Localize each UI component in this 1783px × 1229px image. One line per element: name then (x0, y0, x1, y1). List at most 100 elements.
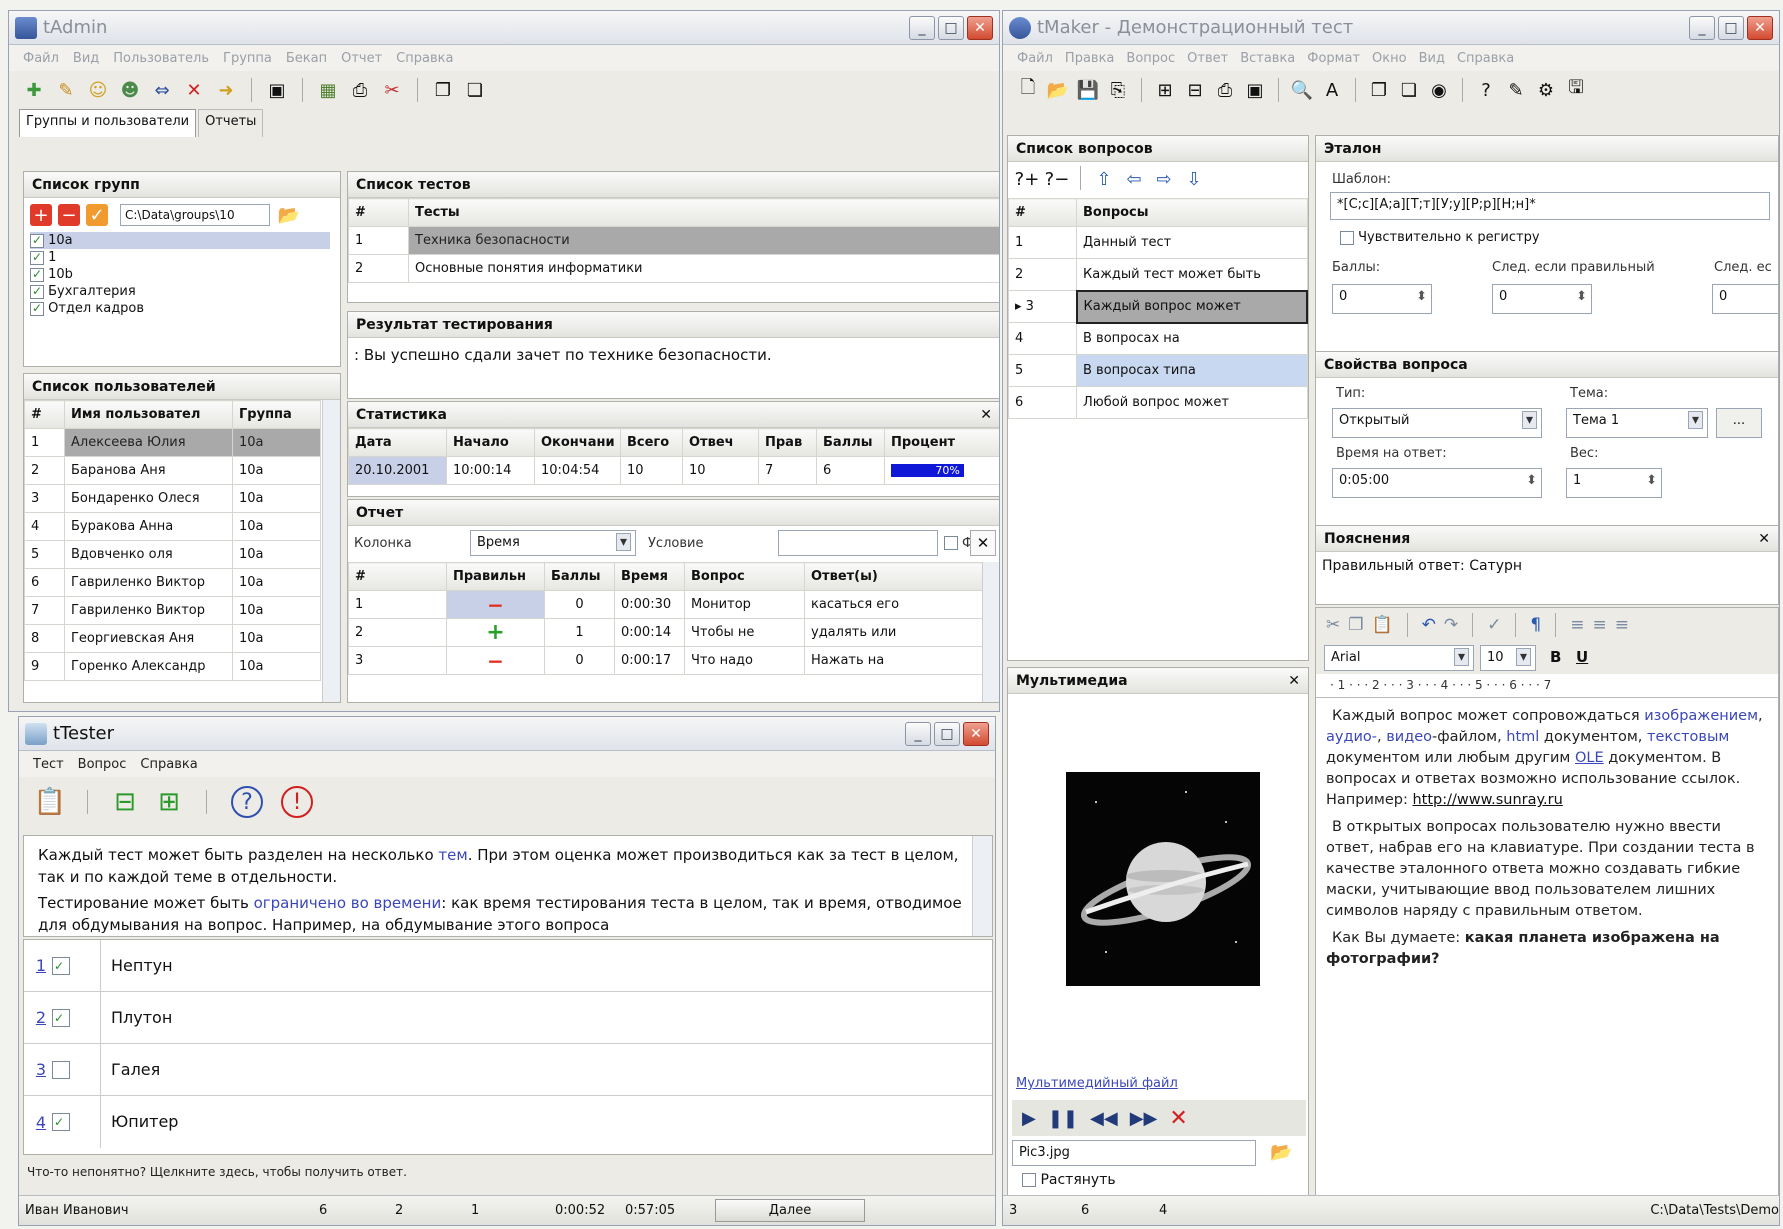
disk-icon[interactable]: 🖫 (1563, 77, 1589, 103)
font-name-select[interactable]: Arial (1324, 645, 1474, 671)
menu-report[interactable]: Отчет (341, 51, 382, 66)
hint-link[interactable]: Что-то непонятно? Щелкните здесь, чтобы … (27, 1165, 407, 1179)
table-row[interactable]: 3 − 0 0:00:17 Что надо Нажать на (348, 646, 984, 675)
table-row[interactable]: 6 Любой вопрос может (1008, 386, 1308, 419)
table-row[interactable]: 8 Георгиевская Аня 10а (24, 624, 321, 653)
maximize-button[interactable]: □ (938, 15, 964, 40)
report-scrollbar[interactable] (982, 562, 999, 702)
stats-col[interactable]: Отвеч (682, 428, 759, 457)
answer-checkbox[interactable] (52, 1113, 70, 1131)
close-icon[interactable]: ✕ (970, 530, 996, 556)
underline-button[interactable]: U (1576, 648, 1588, 666)
finish-icon[interactable]: ! (281, 786, 313, 818)
remove-group-icon[interactable]: − (58, 204, 80, 226)
import-icon[interactable]: ➜ (213, 77, 239, 103)
table-row[interactable]: 2 Каждый тест может быть (1008, 258, 1308, 291)
menu-help[interactable]: Справка (396, 51, 453, 66)
stats-col[interactable]: Всего (620, 428, 683, 457)
stats-col[interactable]: Дата (348, 428, 447, 457)
folder-open-icon[interactable]: 📂 (276, 202, 302, 228)
group-checkbox[interactable] (30, 233, 44, 248)
align-left-icon[interactable]: ≡ (1570, 615, 1584, 635)
users-scrollbar[interactable] (322, 400, 340, 702)
theme-select[interactable]: Тема 1 (1566, 408, 1708, 438)
time-limit-link[interactable]: ограничено во времени (254, 894, 442, 912)
menu-file[interactable]: Файл (1017, 51, 1053, 66)
paste-icon[interactable]: ❏ (462, 77, 488, 103)
cut-icon[interactable]: ✂ (1326, 615, 1340, 635)
group-item[interactable]: Бухгалтерия (30, 283, 340, 300)
window-icon[interactable]: ▣ (1242, 77, 1268, 103)
tmaker-titlebar[interactable]: tMaker - Демонстрационный тест _ □ ✕ (1003, 11, 1779, 45)
doc-link-video[interactable]: видео (1386, 729, 1432, 745)
tools-icon[interactable]: ✎ (1503, 77, 1529, 103)
font-icon[interactable]: A (1319, 77, 1345, 103)
users-col-name[interactable]: Имя пользовател (64, 400, 233, 429)
tests-col-num[interactable]: # (348, 198, 409, 227)
user-props-icon[interactable]: ☻ (117, 77, 143, 103)
tadmin-titlebar[interactable]: tAdmin _ □ ✕ (9, 11, 999, 45)
next-if-wrong-input[interactable]: 0 (1712, 284, 1778, 314)
theme-more-button[interactable]: ... (1716, 408, 1762, 438)
tools-icon[interactable]: ✂ (379, 77, 405, 103)
template-input[interactable]: *[С;с][А;а][Т;т][У;у][Р;р][Н;н]* (1330, 192, 1770, 220)
report-col[interactable]: Ответ(ы) (804, 562, 984, 591)
questions-col-text[interactable]: Вопросы (1076, 198, 1308, 227)
table-row[interactable]: 6 Гавриленко Виктор 10а (24, 568, 321, 597)
forward-icon[interactable]: ▶▶ (1130, 1108, 1158, 1129)
group-item[interactable]: 10b (30, 266, 340, 283)
minimize-button[interactable]: _ (909, 15, 935, 40)
score-input[interactable]: 0 (1332, 284, 1432, 314)
questions-col-num[interactable]: # (1008, 198, 1077, 227)
copy-icon[interactable]: ❐ (430, 77, 456, 103)
menu-user[interactable]: Пользователь (113, 51, 209, 66)
report-filter-checkbox[interactable] (944, 536, 958, 550)
answer-time-input[interactable]: 0:05:00 (1332, 468, 1542, 498)
media-file-input[interactable]: Pic3.jpg (1012, 1140, 1256, 1166)
group-item[interactable]: 10a (30, 232, 330, 249)
stats-col[interactable]: Баллы (816, 428, 885, 457)
close-button[interactable]: ✕ (1747, 15, 1773, 40)
table-row[interactable]: 20.10.2001 10:00:14 10:04:54 10 10 7 6 7… (348, 456, 999, 485)
maximize-button[interactable]: □ (934, 721, 960, 746)
delete-media-icon[interactable]: ✕ (1169, 1106, 1187, 1131)
close-button[interactable]: ✕ (967, 15, 993, 40)
align-center-icon[interactable]: ≡ (1593, 615, 1607, 635)
open-file-icon[interactable]: 📂 (1045, 77, 1071, 103)
menu-question[interactable]: Вопрос (1126, 51, 1175, 66)
add-group-icon[interactable]: + (30, 204, 52, 226)
group-item[interactable]: 1 (30, 249, 340, 266)
table-row[interactable]: 2 Основные понятия информатики (348, 254, 999, 283)
menu-format[interactable]: Формат (1307, 51, 1360, 66)
question-scrollbar[interactable] (972, 836, 992, 936)
users-col-group[interactable]: Группа (232, 400, 321, 429)
web-icon[interactable]: ◉ (1426, 77, 1452, 103)
case-sensitive-checkbox[interactable] (1340, 230, 1354, 245)
close-icon[interactable]: ✕ (1758, 531, 1770, 547)
table-row[interactable]: 2 Баранова Аня 10а (24, 456, 321, 485)
case-sensitive-option[interactable]: Чувствительно к регистру (1340, 230, 1540, 245)
minimize-button[interactable]: _ (1689, 15, 1715, 40)
help-icon[interactable]: ? (231, 786, 263, 818)
edit-user-icon[interactable]: ✎ (53, 77, 79, 103)
report-col[interactable]: Время (614, 562, 685, 591)
report-col[interactable]: Вопрос (684, 562, 805, 591)
copy-icon[interactable]: ❐ (1348, 615, 1363, 635)
menu-window[interactable]: Окно (1372, 51, 1407, 66)
move-icon[interactable]: ⇔ (149, 77, 175, 103)
minimize-button[interactable]: _ (905, 721, 931, 746)
ttester-titlebar[interactable]: tTester _ □ ✕ (19, 717, 995, 751)
answer-item[interactable]: 4 Юпитер (24, 1096, 992, 1148)
group-checkbox[interactable] (30, 250, 44, 265)
browse-file-icon[interactable]: 📂 (1270, 1142, 1292, 1163)
align-right-icon[interactable]: ≡ (1615, 615, 1629, 635)
stats-col[interactable]: Прав (758, 428, 817, 457)
menu-answer[interactable]: Ответ (1187, 51, 1228, 66)
clipboard-icon[interactable]: 📋 (34, 787, 66, 817)
group-item[interactable]: Отдел кадров (30, 300, 340, 317)
preview-icon[interactable]: 🔍 (1289, 77, 1315, 103)
group-checkbox[interactable] (30, 267, 44, 282)
menu-help[interactable]: Справка (1457, 51, 1514, 66)
tab-groups-users[interactable]: Группы и пользователи (19, 109, 197, 137)
tab-reports[interactable]: Отчеты (198, 109, 264, 137)
